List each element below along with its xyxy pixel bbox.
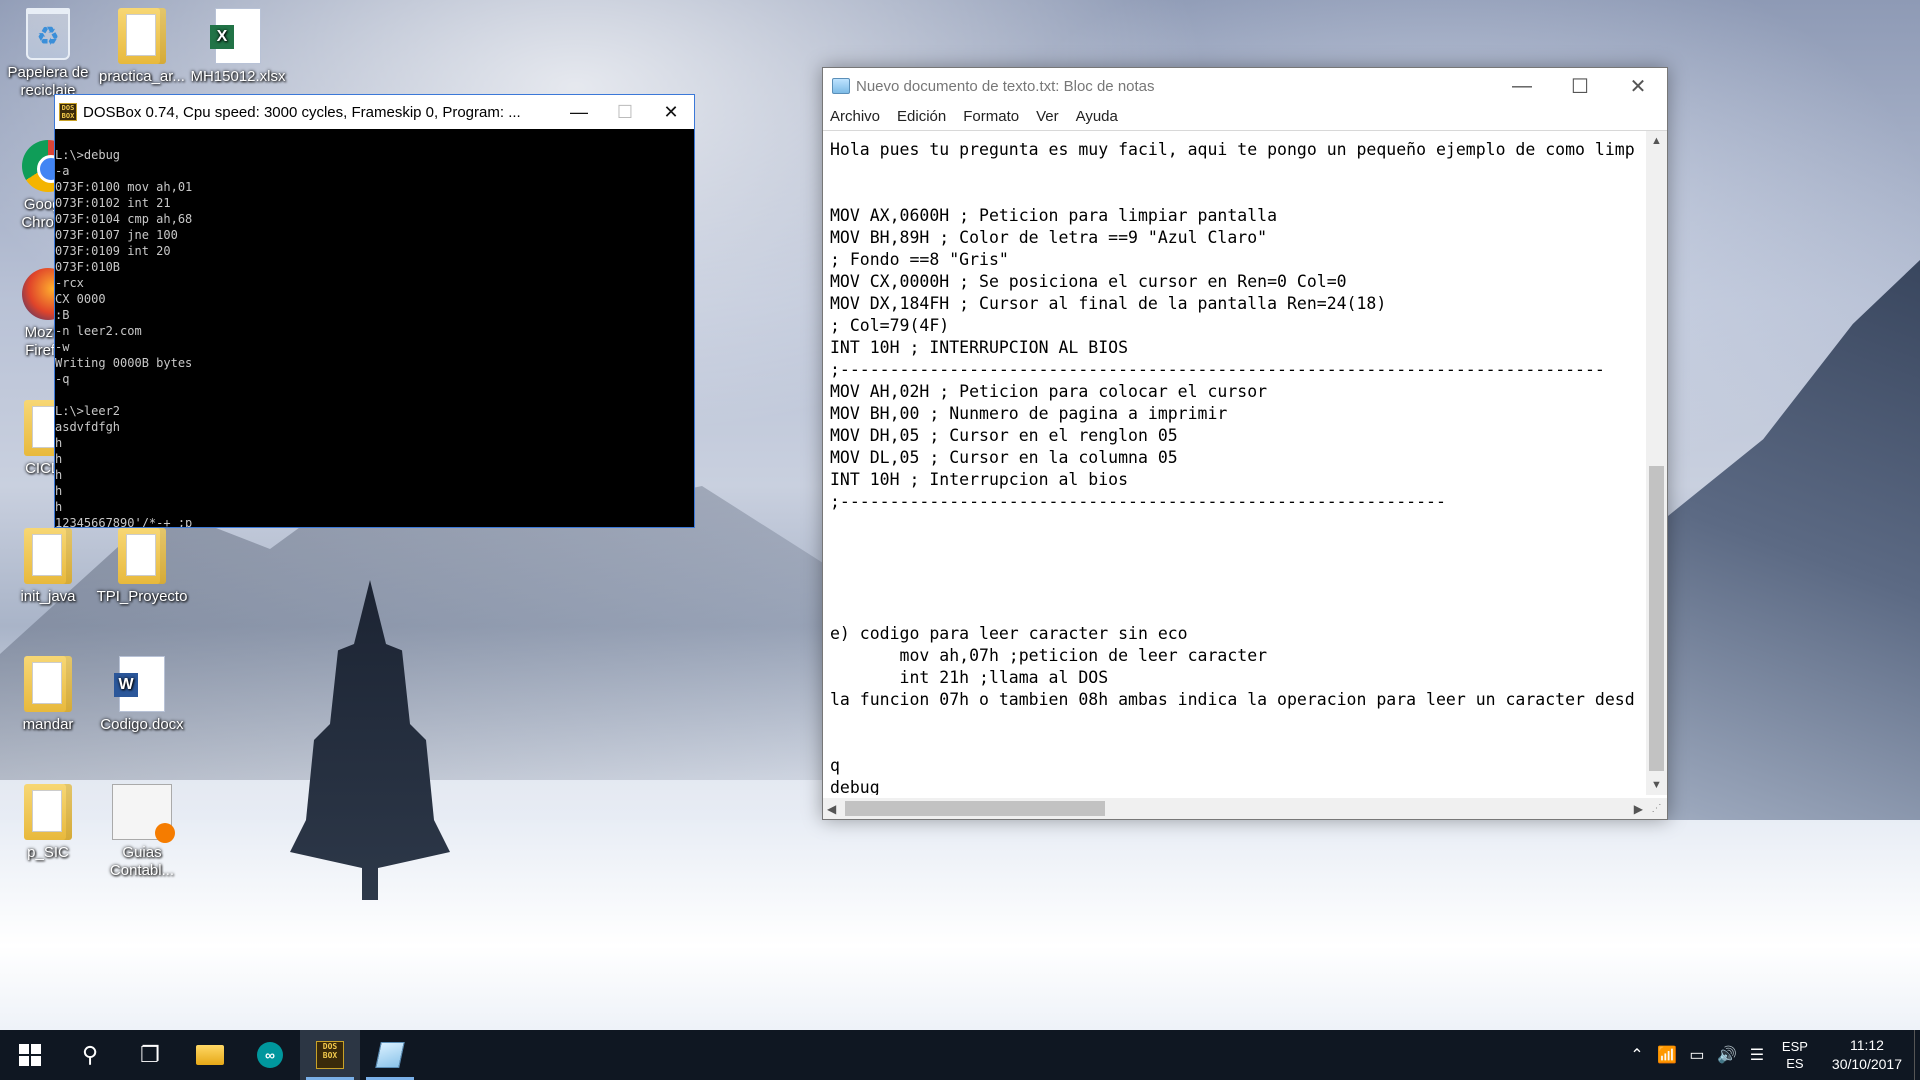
desktop-icon-label: Guias Contabl...	[109, 844, 175, 879]
horizontal-scrollbar[interactable]: ◀ ▶	[823, 798, 1647, 819]
network-icon[interactable]: 📶	[1652, 1045, 1682, 1065]
notifications-icon[interactable]: ☰	[1742, 1045, 1772, 1065]
close-button[interactable]: ✕	[648, 95, 694, 129]
dosbox-titlebar[interactable]: DOS BOX DOSBox 0.74, Cpu speed: 3000 cycl…	[55, 95, 694, 129]
task-view-icon: ❐	[140, 1042, 160, 1067]
notepad-text-content[interactable]: Hola pues tu pregunta es muy facil, aqui…	[823, 131, 1647, 795]
maximize-button[interactable]: ☐	[1551, 69, 1609, 103]
desktop-icon-label: Codigo.docx	[100, 716, 184, 733]
menu-edicion[interactable]: Edición	[897, 108, 946, 125]
desktop-icon-p-sic[interactable]: p_SIC	[0, 784, 96, 862]
taskbar-notepad[interactable]	[360, 1030, 420, 1080]
dosbox-window[interactable]: DOS BOX DOSBox 0.74, Cpu speed: 3000 cycl…	[54, 94, 695, 528]
dosbox-title: DOSBox 0.74, Cpu speed: 3000 cycles, Fra…	[83, 103, 521, 121]
notepad-menubar: Archivo Edición Formato Ver Ayuda	[823, 104, 1667, 128]
menu-formato[interactable]: Formato	[963, 108, 1019, 125]
taskbar: ⚲ ❐ ∞ DOS BOX ⌃ 📶 ▭ 🔊 ☰ ESP ES 11:12 30/1…	[0, 1030, 1920, 1080]
search-icon: ⚲	[81, 1042, 99, 1067]
desktop-icon-init-java[interactable]: init_java	[0, 528, 96, 606]
desktop-icon-label: TPI_Proyecto	[96, 588, 188, 605]
desktop-icon-tpi-proyecto[interactable]: TPI_Proyecto	[94, 528, 190, 606]
notepad-title: Nuevo documento de texto.txt: Bloc de no…	[856, 77, 1155, 95]
desktop-icon-recycle-bin[interactable]: ♻ Papelera de reciclaje	[0, 8, 96, 100]
scroll-right-icon[interactable]: ▶	[1634, 802, 1643, 816]
desktop-icon-guias-contables[interactable]: Guias Contabl...	[94, 784, 190, 880]
vertical-scroll-thumb[interactable]	[1649, 466, 1664, 771]
desktop-icon-practica[interactable]: practica_ar...	[94, 8, 190, 86]
task-view-button[interactable]: ❐	[120, 1030, 180, 1080]
minimize-button[interactable]: —	[556, 95, 602, 129]
minimize-button[interactable]: —	[1493, 69, 1551, 103]
folder-icon	[118, 528, 166, 584]
folder-icon	[118, 8, 166, 64]
notepad-app-icon	[832, 78, 850, 94]
desktop-icon-label: practica_ar...	[99, 68, 185, 85]
system-tray: ⌃ 📶 ▭ 🔊 ☰ ESP ES 11:12 30/10/2017	[1622, 1030, 1920, 1080]
language-code: ESP	[1781, 1039, 1808, 1054]
resize-grip-icon[interactable]: ⋰	[1646, 798, 1667, 819]
chevron-up-icon[interactable]: ⌃	[1622, 1045, 1652, 1065]
search-button[interactable]: ⚲	[60, 1030, 120, 1080]
language-indicator[interactable]: ESP ES	[1772, 1038, 1818, 1072]
maximize-button[interactable]: ☐	[602, 95, 648, 129]
desktop-icon-label: p_SIC	[27, 844, 69, 861]
scroll-left-icon[interactable]: ◀	[827, 802, 836, 816]
taskbar-arduino[interactable]: ∞	[240, 1030, 300, 1080]
start-button[interactable]	[0, 1030, 60, 1080]
menu-ver[interactable]: Ver	[1036, 108, 1059, 125]
clock-time: 11:12	[1849, 1037, 1884, 1053]
clock-date: 30/10/2017	[1831, 1056, 1902, 1072]
wallpaper-snowfield	[0, 820, 1920, 1030]
dosbox-console[interactable]: L:\>debug -a 073F:0100 mov ah,01 073F:01…	[55, 129, 694, 527]
desktop-icon-label: mandar	[22, 716, 74, 733]
desktop-icon-mandar[interactable]: mandar	[0, 656, 96, 734]
file-explorer-icon	[196, 1045, 224, 1065]
scroll-up-icon[interactable]: ▲	[1646, 131, 1667, 151]
desktop-icon-codigo-docx[interactable]: W Codigo.docx	[94, 656, 190, 734]
recycle-bin-icon: ♻	[26, 8, 70, 60]
battery-icon[interactable]: ▭	[1682, 1045, 1712, 1065]
menu-archivo[interactable]: Archivo	[830, 108, 880, 125]
notepad-titlebar[interactable]: Nuevo documento de texto.txt: Bloc de no…	[823, 68, 1667, 104]
word-file-icon: W	[114, 656, 165, 712]
folder-icon	[24, 784, 72, 840]
taskbar-file-explorer[interactable]	[180, 1030, 240, 1080]
clock[interactable]: 11:12 30/10/2017	[1818, 1036, 1914, 1074]
scroll-down-icon[interactable]: ▼	[1646, 775, 1667, 795]
windows-logo-icon	[19, 1044, 41, 1066]
menu-ayuda[interactable]: Ayuda	[1076, 108, 1118, 125]
notepad-edit-area: Hola pues tu pregunta es muy facil, aqui…	[823, 130, 1667, 819]
folder-icon	[24, 528, 72, 584]
desktop-icon-label: MH15012.xlsx	[190, 68, 286, 85]
dosbox-icon: DOS BOX	[316, 1041, 344, 1069]
keyboard-layout: ES	[1786, 1056, 1804, 1071]
notepad-icon	[375, 1042, 405, 1068]
taskbar-dosbox[interactable]: DOS BOX	[300, 1030, 360, 1080]
dosbox-app-icon: DOS BOX	[59, 103, 77, 121]
desktop-icon-excel-file[interactable]: X MH15012.xlsx	[190, 8, 286, 86]
notepad-window[interactable]: Nuevo documento de texto.txt: Bloc de no…	[822, 67, 1668, 820]
pdf-doc-icon	[112, 784, 175, 843]
close-button[interactable]: ✕	[1609, 69, 1667, 103]
excel-file-icon: X	[210, 8, 261, 64]
arduino-icon: ∞	[257, 1042, 283, 1068]
vertical-scrollbar[interactable]: ▲ ▼	[1646, 131, 1667, 795]
show-desktop-button[interactable]	[1914, 1030, 1920, 1080]
desktop-icon-label: init_java	[20, 588, 76, 605]
horizontal-scroll-thumb[interactable]	[845, 801, 1105, 816]
volume-icon[interactable]: 🔊	[1712, 1045, 1742, 1065]
folder-icon	[24, 656, 72, 712]
